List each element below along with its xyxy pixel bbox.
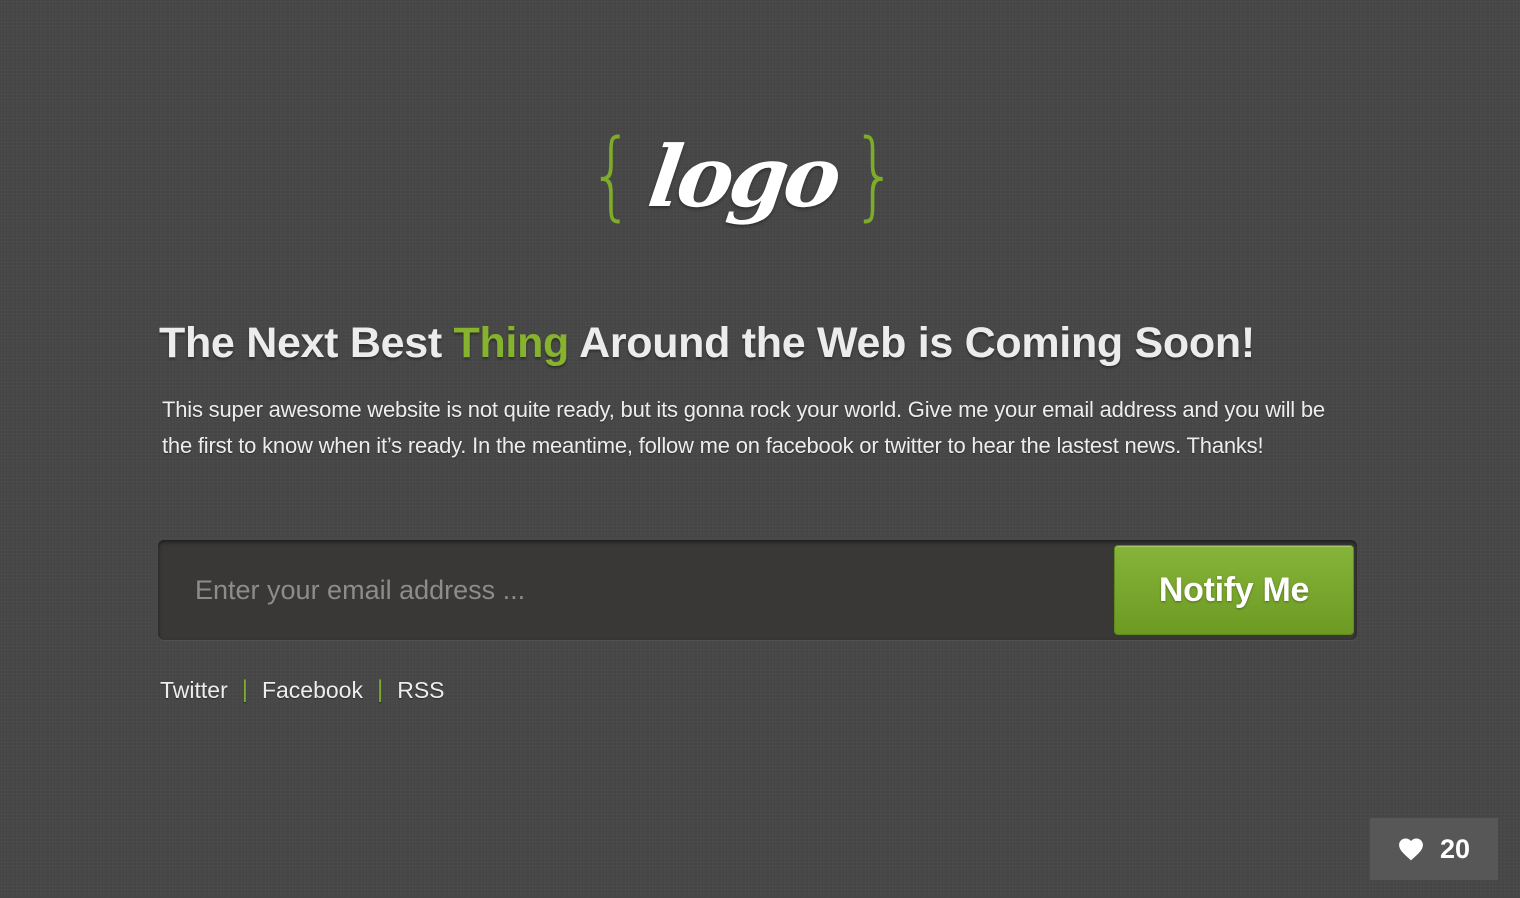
headline-part-before: The Next Best <box>159 319 454 367</box>
page-headline: The Next Best Thing Around the Web is Co… <box>159 316 1359 370</box>
headline-accent: Thing <box>453 319 570 367</box>
heart-icon <box>1399 838 1423 861</box>
link-separator: | <box>376 676 384 703</box>
twitter-link[interactable]: Twitter <box>160 677 228 704</box>
logo: { logo } <box>588 100 898 250</box>
logo-left-brace: { <box>588 119 635 231</box>
logo-right-brace: } <box>851 119 898 231</box>
page-description: This super awesome website is not quite … <box>162 397 1325 458</box>
signup-form: Notify Me <box>158 540 1357 640</box>
email-input[interactable] <box>158 540 1113 640</box>
link-separator: | <box>241 676 248 703</box>
social-links: Twitter | Facebook | RSS <box>160 674 445 706</box>
like-count: 20 <box>1439 833 1471 864</box>
rss-link[interactable]: RSS <box>397 677 444 704</box>
like-button[interactable]: 20 <box>1370 818 1498 880</box>
facebook-link[interactable]: Facebook <box>262 677 363 704</box>
notify-me-button[interactable]: Notify Me <box>1114 545 1354 635</box>
logo-wordmark: logo <box>642 127 844 226</box>
headline-part-after: Around the Web is Coming Soon! <box>569 319 1255 367</box>
